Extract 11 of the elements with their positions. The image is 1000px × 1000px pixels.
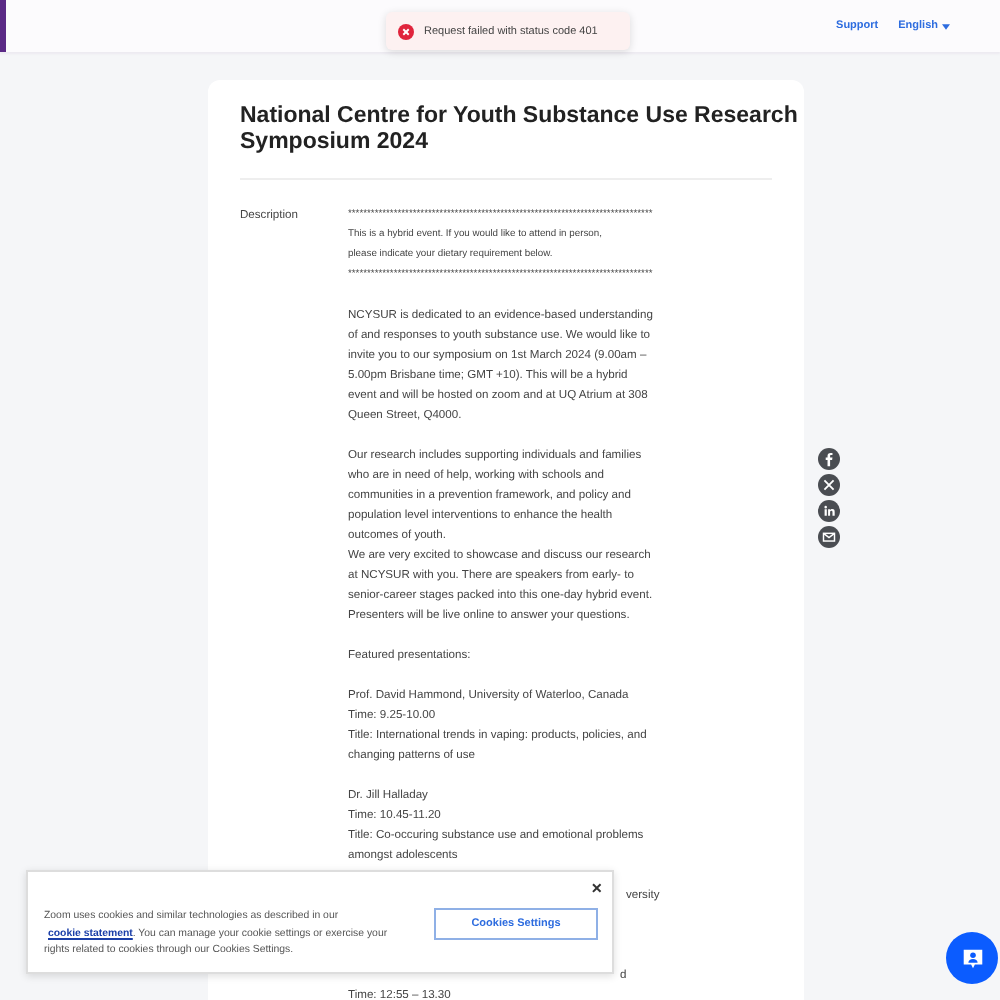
email-icon[interactable] [818,526,840,548]
linkedin-icon[interactable] [818,500,840,522]
chat-icon [959,945,985,971]
x-icon[interactable] [818,474,840,496]
close-button[interactable]: × [587,878,606,898]
error-icon [398,23,414,39]
caret-icon [942,23,950,29]
event-title: National Centre for Youth Substance Use Research Symposium 2024 [240,104,800,154]
chat-button[interactable] [946,932,998,984]
brand-bar [0,0,6,52]
facebook-icon[interactable] [818,448,840,470]
